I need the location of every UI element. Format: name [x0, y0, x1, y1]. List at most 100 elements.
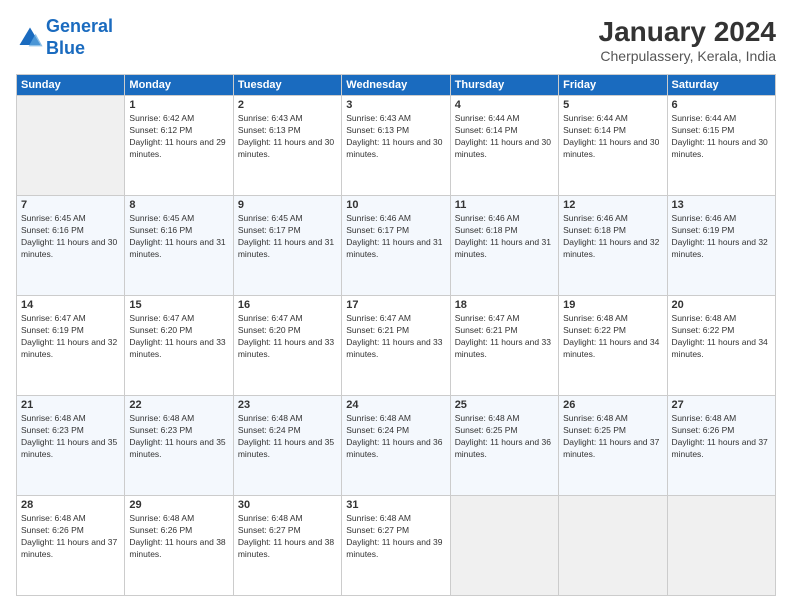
calendar-cell: 7 Sunrise: 6:45 AMSunset: 6:16 PMDaylight…: [17, 196, 125, 296]
calendar-cell: 8Sunrise: 6:45 AMSunset: 6:16 PMDaylight…: [125, 196, 233, 296]
calendar-cell: [17, 96, 125, 196]
day-info: Sunrise: 6:44 AMSunset: 6:14 PMDaylight:…: [563, 113, 662, 161]
day-number: 7: [21, 199, 120, 211]
calendar-cell: 16Sunrise: 6:47 AMSunset: 6:20 PMDayligh…: [233, 296, 341, 396]
day-number: 26: [563, 399, 662, 411]
day-number: 20: [672, 299, 771, 311]
day-info: Sunrise: 6:48 AMSunset: 6:25 PMDaylight:…: [563, 413, 662, 461]
day-info: Sunrise: 6:46 AMSunset: 6:18 PMDaylight:…: [455, 213, 554, 261]
day-number: 15: [129, 299, 228, 311]
day-number: 24: [346, 399, 445, 411]
day-info: Sunrise: 6:48 AMSunset: 6:27 PMDaylight:…: [346, 513, 445, 561]
weekday-header-friday: Friday: [559, 75, 667, 96]
weekday-header-row: SundayMondayTuesdayWednesdayThursdayFrid…: [17, 75, 776, 96]
day-info: Sunrise: 6:42 AMSunset: 6:12 PMDaylight:…: [129, 113, 228, 161]
calendar-cell: 31 Sunrise: 6:48 AMSunset: 6:27 PMDayligh…: [342, 496, 450, 596]
day-number: 12: [563, 199, 662, 211]
weekday-header-tuesday: Tuesday: [233, 75, 341, 96]
day-number: 8: [129, 199, 228, 211]
day-number: 9: [238, 199, 337, 211]
day-number: 23: [238, 399, 337, 411]
week-row-1: 1 Sunrise: 6:42 AMSunset: 6:12 PMDaylight…: [17, 96, 776, 196]
day-info: Sunrise: 6:47 AMSunset: 6:19 PMDaylight:…: [21, 313, 120, 361]
calendar-cell: 30Sunrise: 6:48 AMSunset: 6:27 PMDayligh…: [233, 496, 341, 596]
calendar-cell: 4Sunrise: 6:44 AMSunset: 6:14 PMDaylight…: [450, 96, 558, 196]
weekday-header-monday: Monday: [125, 75, 233, 96]
day-number: 31: [346, 499, 445, 511]
day-number: 22: [129, 399, 228, 411]
day-info: Sunrise: 6:48 AMSunset: 6:26 PMDaylight:…: [672, 413, 771, 461]
day-number: 6: [672, 99, 771, 111]
calendar-cell: 22 Sunrise: 6:48 AMSunset: 6:23 PMDayligh…: [125, 396, 233, 496]
day-info: Sunrise: 6:45 AMSunset: 6:16 PMDaylight:…: [21, 213, 120, 261]
calendar-cell: 6 Sunrise: 6:44 AMSunset: 6:15 PMDaylight…: [667, 96, 775, 196]
day-number: 25: [455, 399, 554, 411]
day-info: Sunrise: 6:48 AMSunset: 6:22 PMDaylight:…: [672, 313, 771, 361]
page: General Blue January 2024 Cherpulassery,…: [0, 0, 792, 612]
logo-line1: General: [46, 16, 113, 36]
calendar-cell: 24 Sunrise: 6:48 AMSunset: 6:24 PMDayligh…: [342, 396, 450, 496]
week-row-5: 28Sunrise: 6:48 AMSunset: 6:26 PMDayligh…: [17, 496, 776, 596]
day-info: Sunrise: 6:48 AMSunset: 6:23 PMDaylight:…: [129, 413, 228, 461]
calendar-cell: [667, 496, 775, 596]
calendar-cell: 12 Sunrise: 6:46 AMSunset: 6:18 PMDayligh…: [559, 196, 667, 296]
day-info: Sunrise: 6:48 AMSunset: 6:22 PMDaylight:…: [563, 313, 662, 361]
calendar-cell: 26 Sunrise: 6:48 AMSunset: 6:25 PMDayligh…: [559, 396, 667, 496]
week-row-3: 14Sunrise: 6:47 AMSunset: 6:19 PMDayligh…: [17, 296, 776, 396]
day-info: Sunrise: 6:48 AMSunset: 6:24 PMDaylight:…: [346, 413, 445, 461]
day-number: 2: [238, 99, 337, 111]
title-block: January 2024 Cherpulassery, Kerala, Indi…: [599, 16, 776, 64]
calendar-cell: 5 Sunrise: 6:44 AMSunset: 6:14 PMDaylight…: [559, 96, 667, 196]
calendar-cell: 27 Sunrise: 6:48 AMSunset: 6:26 PMDayligh…: [667, 396, 775, 496]
calendar-cell: 9Sunrise: 6:45 AMSunset: 6:17 PMDaylight…: [233, 196, 341, 296]
header: General Blue January 2024 Cherpulassery,…: [16, 16, 776, 64]
calendar-table: SundayMondayTuesdayWednesdayThursdayFrid…: [16, 74, 776, 596]
day-number: 3: [346, 99, 445, 111]
day-info: Sunrise: 6:43 AMSunset: 6:13 PMDaylight:…: [238, 113, 337, 161]
day-info: Sunrise: 6:48 AMSunset: 6:24 PMDaylight:…: [238, 413, 337, 461]
day-number: 21: [21, 399, 120, 411]
day-info: Sunrise: 6:47 AMSunset: 6:21 PMDaylight:…: [346, 313, 445, 361]
location: Cherpulassery, Kerala, India: [599, 48, 776, 64]
day-info: Sunrise: 6:44 AMSunset: 6:14 PMDaylight:…: [455, 113, 554, 161]
day-info: Sunrise: 6:48 AMSunset: 6:23 PMDaylight:…: [21, 413, 120, 461]
day-number: 13: [672, 199, 771, 211]
day-info: Sunrise: 6:47 AMSunset: 6:21 PMDaylight:…: [455, 313, 554, 361]
calendar-cell: 11Sunrise: 6:46 AMSunset: 6:18 PMDayligh…: [450, 196, 558, 296]
logo: General Blue: [16, 16, 113, 59]
day-info: Sunrise: 6:46 AMSunset: 6:17 PMDaylight:…: [346, 213, 445, 261]
weekday-header-thursday: Thursday: [450, 75, 558, 96]
calendar-cell: [450, 496, 558, 596]
day-info: Sunrise: 6:46 AMSunset: 6:18 PMDaylight:…: [563, 213, 662, 261]
week-row-2: 7 Sunrise: 6:45 AMSunset: 6:16 PMDaylight…: [17, 196, 776, 296]
calendar-cell: 13Sunrise: 6:46 AMSunset: 6:19 PMDayligh…: [667, 196, 775, 296]
logo-icon: [16, 24, 44, 52]
weekday-header-wednesday: Wednesday: [342, 75, 450, 96]
calendar-cell: 1 Sunrise: 6:42 AMSunset: 6:12 PMDaylight…: [125, 96, 233, 196]
calendar-cell: 19 Sunrise: 6:48 AMSunset: 6:22 PMDayligh…: [559, 296, 667, 396]
calendar-cell: 15 Sunrise: 6:47 AMSunset: 6:20 PMDayligh…: [125, 296, 233, 396]
calendar-cell: 3Sunrise: 6:43 AMSunset: 6:13 PMDaylight…: [342, 96, 450, 196]
day-number: 28: [21, 499, 120, 511]
calendar-cell: 14Sunrise: 6:47 AMSunset: 6:19 PMDayligh…: [17, 296, 125, 396]
day-info: Sunrise: 6:44 AMSunset: 6:15 PMDaylight:…: [672, 113, 771, 161]
calendar-cell: 29Sunrise: 6:48 AMSunset: 6:26 PMDayligh…: [125, 496, 233, 596]
day-number: 29: [129, 499, 228, 511]
day-number: 18: [455, 299, 554, 311]
day-number: 1: [129, 99, 228, 111]
weekday-header-sunday: Sunday: [17, 75, 125, 96]
calendar-cell: 2 Sunrise: 6:43 AMSunset: 6:13 PMDaylight…: [233, 96, 341, 196]
calendar-cell: 10 Sunrise: 6:46 AMSunset: 6:17 PMDayligh…: [342, 196, 450, 296]
weekday-header-saturday: Saturday: [667, 75, 775, 96]
day-info: Sunrise: 6:47 AMSunset: 6:20 PMDaylight:…: [129, 313, 228, 361]
calendar-cell: 28Sunrise: 6:48 AMSunset: 6:26 PMDayligh…: [17, 496, 125, 596]
day-info: Sunrise: 6:48 AMSunset: 6:27 PMDaylight:…: [238, 513, 337, 561]
calendar-cell: [559, 496, 667, 596]
calendar-cell: 18 Sunrise: 6:47 AMSunset: 6:21 PMDayligh…: [450, 296, 558, 396]
day-number: 19: [563, 299, 662, 311]
day-number: 27: [672, 399, 771, 411]
month-year: January 2024: [599, 16, 776, 48]
day-number: 10: [346, 199, 445, 211]
day-number: 5: [563, 99, 662, 111]
day-info: Sunrise: 6:48 AMSunset: 6:25 PMDaylight:…: [455, 413, 554, 461]
